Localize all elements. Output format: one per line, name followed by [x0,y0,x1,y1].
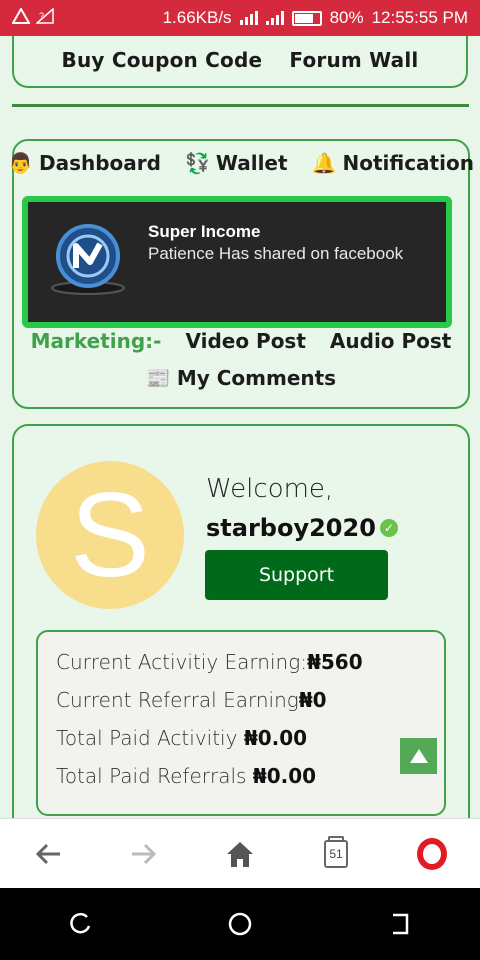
dashboard-label: Dashboard [38,151,161,175]
super-income-logo-icon [51,224,125,295]
stat-value: ₦0 [298,688,327,712]
opera-menu-button[interactable] [412,834,452,874]
video-post-link[interactable]: Video Post [185,329,305,353]
top-links: Buy Coupon Code Forum Wall [14,48,466,72]
tabs-button[interactable]: 51 [316,834,356,874]
nav-row-comments: 📰 My Comments [14,366,468,390]
stat-label: Current Referral Earning [56,688,299,712]
no-sim-signal-icon: ? [35,6,54,29]
audio-post-link[interactable]: Audio Post [330,329,451,353]
stat-label: Total Paid Referrals [56,764,253,788]
stat-label: Current Activitiy Earning: [56,650,307,674]
forward-button[interactable] [124,834,164,874]
username: starboy2020 ✓ [206,514,398,542]
marketing-label: Marketing:- [30,329,162,353]
svg-text:?: ? [39,11,44,21]
stat-value: ₦0.00 [243,726,308,750]
battery-icon [291,10,322,26]
arrow-left-icon [35,843,60,864]
network-speed: 1.66KB/s [162,8,232,27]
opera-logo-icon [417,837,447,870]
push-notification[interactable]: Super Income Patience Has shared on face… [22,196,452,328]
clock: 12:55:55 PM [371,8,468,27]
dashboard-link[interactable]: 👨 Dashboard [8,151,161,175]
notification-title: Super Income [148,222,261,241]
verified-icon: ✓ [379,519,398,537]
earnings-box: Current Activitiy Earning:₦560 Current R… [36,630,446,816]
home-icon [227,841,253,867]
notification-label: Notification [342,151,474,175]
home-circle-icon[interactable] [227,911,253,937]
browser-toolbar: 51 [0,818,480,888]
scroll-to-top-button[interactable] [400,738,437,774]
wallet-label: Wallet [215,151,288,175]
forum-wall-link[interactable]: Forum Wall [289,48,418,72]
system-navigation-bar [0,888,480,960]
stat-total-paid-referrals: Total Paid Referrals ₦0.00 [56,764,316,788]
nav-row-main: 👨 Dashboard 💱 Wallet 🔔 Notification [8,151,474,175]
stat-current-activity: Current Activitiy Earning:₦560 [56,650,363,674]
person-icon: 👨 [8,151,33,175]
battery-percent: 80% [329,8,364,27]
welcome-text: Welcome, [206,474,334,504]
my-comments-label: My Comments [176,366,337,390]
notification-text: Patience Has shared on facebook [148,244,404,263]
stat-current-referral: Current Referral Earning₦0 [56,688,327,712]
currency-exchange-icon: 💱 [184,151,210,175]
username-text: starboy2020 [206,514,376,542]
buy-coupon-link[interactable]: Buy Coupon Code [62,48,263,72]
my-comments-link[interactable]: 📰 My Comments [146,366,336,390]
home-button[interactable] [220,834,260,874]
avatar: S [36,461,184,609]
newspaper-icon: 📰 [145,366,171,390]
stat-label: Total Paid Activitiy [56,726,244,750]
recent-apps-icon[interactable] [67,911,93,937]
cell-signal-icon [265,11,284,25]
wifi-signal-icon [239,11,258,25]
arrow-right-icon [132,843,157,864]
back-nav-icon[interactable] [387,911,413,937]
top-links-card: Buy Coupon Code Forum Wall [12,36,468,88]
divider [12,104,469,107]
wallet-link[interactable]: 💱 Wallet [185,151,288,175]
notification-link[interactable]: 🔔 Notification [312,151,474,175]
back-button[interactable] [28,834,68,874]
status-bar: ? 1.66KB/s 80% 12:55:55 PM [0,0,480,36]
bell-icon: 🔔 [311,151,337,175]
stat-value: ₦0.00 [252,764,317,788]
warning-icon [11,6,31,29]
arrow-up-icon [409,749,428,763]
tabs-icon: 51 [324,835,348,868]
support-button[interactable]: Support [205,550,388,600]
nav-row-marketing: Marketing:- Video Post Audio Post [14,329,468,353]
stat-total-paid-activity: Total Paid Activitiy ₦0.00 [56,726,307,750]
stat-value: ₦560 [306,650,363,674]
